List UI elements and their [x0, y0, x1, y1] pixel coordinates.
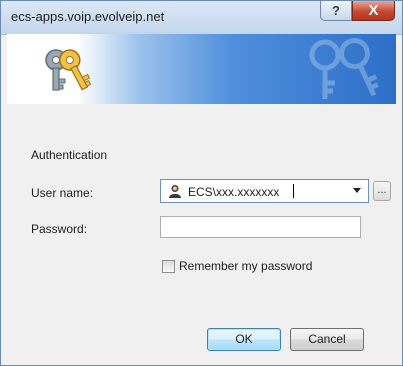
window-title: ecs-apps.voip.evolveip.net: [11, 9, 165, 24]
help-icon: ?: [332, 3, 340, 18]
user-icon: [169, 185, 181, 198]
user-name-value[interactable]: ECS\xxx.xxxxxxx: [188, 185, 279, 199]
title-bar[interactable]: ecs-apps.voip.evolveip.net ? X: [1, 1, 402, 35]
text-cursor: [293, 184, 294, 198]
header-banner: [7, 34, 396, 104]
cancel-button[interactable]: Cancel: [290, 328, 364, 351]
password-label: Password:: [31, 222, 88, 236]
user-name-label: User name:: [31, 186, 94, 200]
section-label: Authentication: [31, 148, 108, 162]
credentials-dialog: ecs-apps.voip.evolveip.net ? X Authentic…: [0, 0, 403, 366]
ok-button[interactable]: OK: [207, 328, 281, 351]
password-field[interactable]: [160, 216, 361, 238]
keys-icon: [45, 49, 92, 91]
chevron-down-icon[interactable]: [353, 188, 361, 193]
browse-button[interactable]: ...: [373, 181, 391, 201]
dialog-body: Authentication User name: ECS\xxx.xxxxxx…: [7, 104, 396, 359]
help-button[interactable]: ?: [320, 1, 352, 21]
remember-password-label[interactable]: Remember my password: [179, 259, 312, 273]
remember-password-checkbox[interactable]: [162, 260, 175, 273]
close-button[interactable]: X: [352, 1, 395, 21]
close-icon: X: [368, 2, 379, 19]
keys-watermark-icon: [309, 38, 379, 99]
user-name-combobox[interactable]: ECS\xxx.xxxxxxx: [160, 179, 369, 203]
